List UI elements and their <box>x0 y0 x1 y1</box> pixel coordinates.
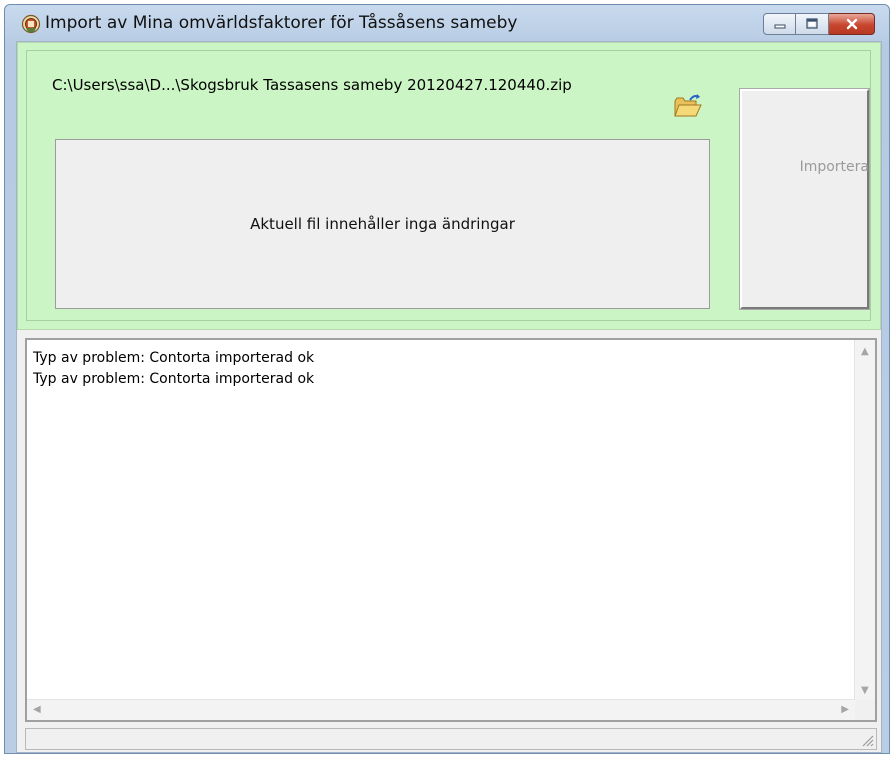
scroll-down-arrow-icon[interactable]: ▼ <box>861 685 869 696</box>
client-area: C:\Users\ssa\D...\Skogsbruk Tassasens sa… <box>16 41 882 753</box>
import-panel: C:\Users\ssa\D...\Skogsbruk Tassasens sa… <box>17 42 881 330</box>
minimize-button[interactable] <box>763 13 796 35</box>
window-controls <box>763 13 875 36</box>
import-window: Import av Mina omvärldsfaktorer för Tåss… <box>4 4 890 754</box>
vertical-scrollbar[interactable]: ▲ ▼ <box>854 340 875 700</box>
log-textarea[interactable]: Typ av problem: Contorta importerad ok T… <box>25 338 877 722</box>
close-button[interactable] <box>829 13 875 35</box>
import-button[interactable]: Importera <box>739 88 870 310</box>
window-title: Import av Mina omvärldsfaktorer för Tåss… <box>45 13 518 33</box>
maximize-icon <box>806 18 818 29</box>
import-button-label: Importera <box>799 159 869 175</box>
folder-open-icon[interactable] <box>673 93 703 119</box>
log-line: Typ av problem: Contorta importerad ok <box>33 350 315 366</box>
log-line: Typ av problem: Contorta importerad ok <box>33 371 315 387</box>
minimize-icon <box>774 24 785 29</box>
scroll-left-arrow-icon[interactable]: ◀ <box>33 704 41 715</box>
horizontal-scrollbar[interactable]: ◀ ▶ <box>27 699 855 720</box>
status-bar <box>25 728 877 750</box>
log-content: Typ av problem: Contorta importerad ok T… <box>33 348 314 390</box>
scroll-up-arrow-icon[interactable]: ▲ <box>861 346 869 357</box>
close-icon <box>846 18 857 30</box>
scrollbar-corner <box>855 700 875 720</box>
file-path-label: C:\Users\ssa\D...\Skogsbruk Tassasens sa… <box>52 76 572 94</box>
resize-grip-icon[interactable] <box>860 733 874 747</box>
scroll-right-arrow-icon[interactable]: ▶ <box>841 704 849 715</box>
import-status-message: Aktuell fil innehåller inga ändringar <box>250 215 515 233</box>
title-bar[interactable]: Import av Mina omvärldsfaktorer för Tåss… <box>5 5 889 39</box>
import-status-box: Aktuell fil innehåller inga ändringar <box>55 139 710 309</box>
app-icon <box>21 14 41 34</box>
maximize-button[interactable] <box>796 13 829 35</box>
